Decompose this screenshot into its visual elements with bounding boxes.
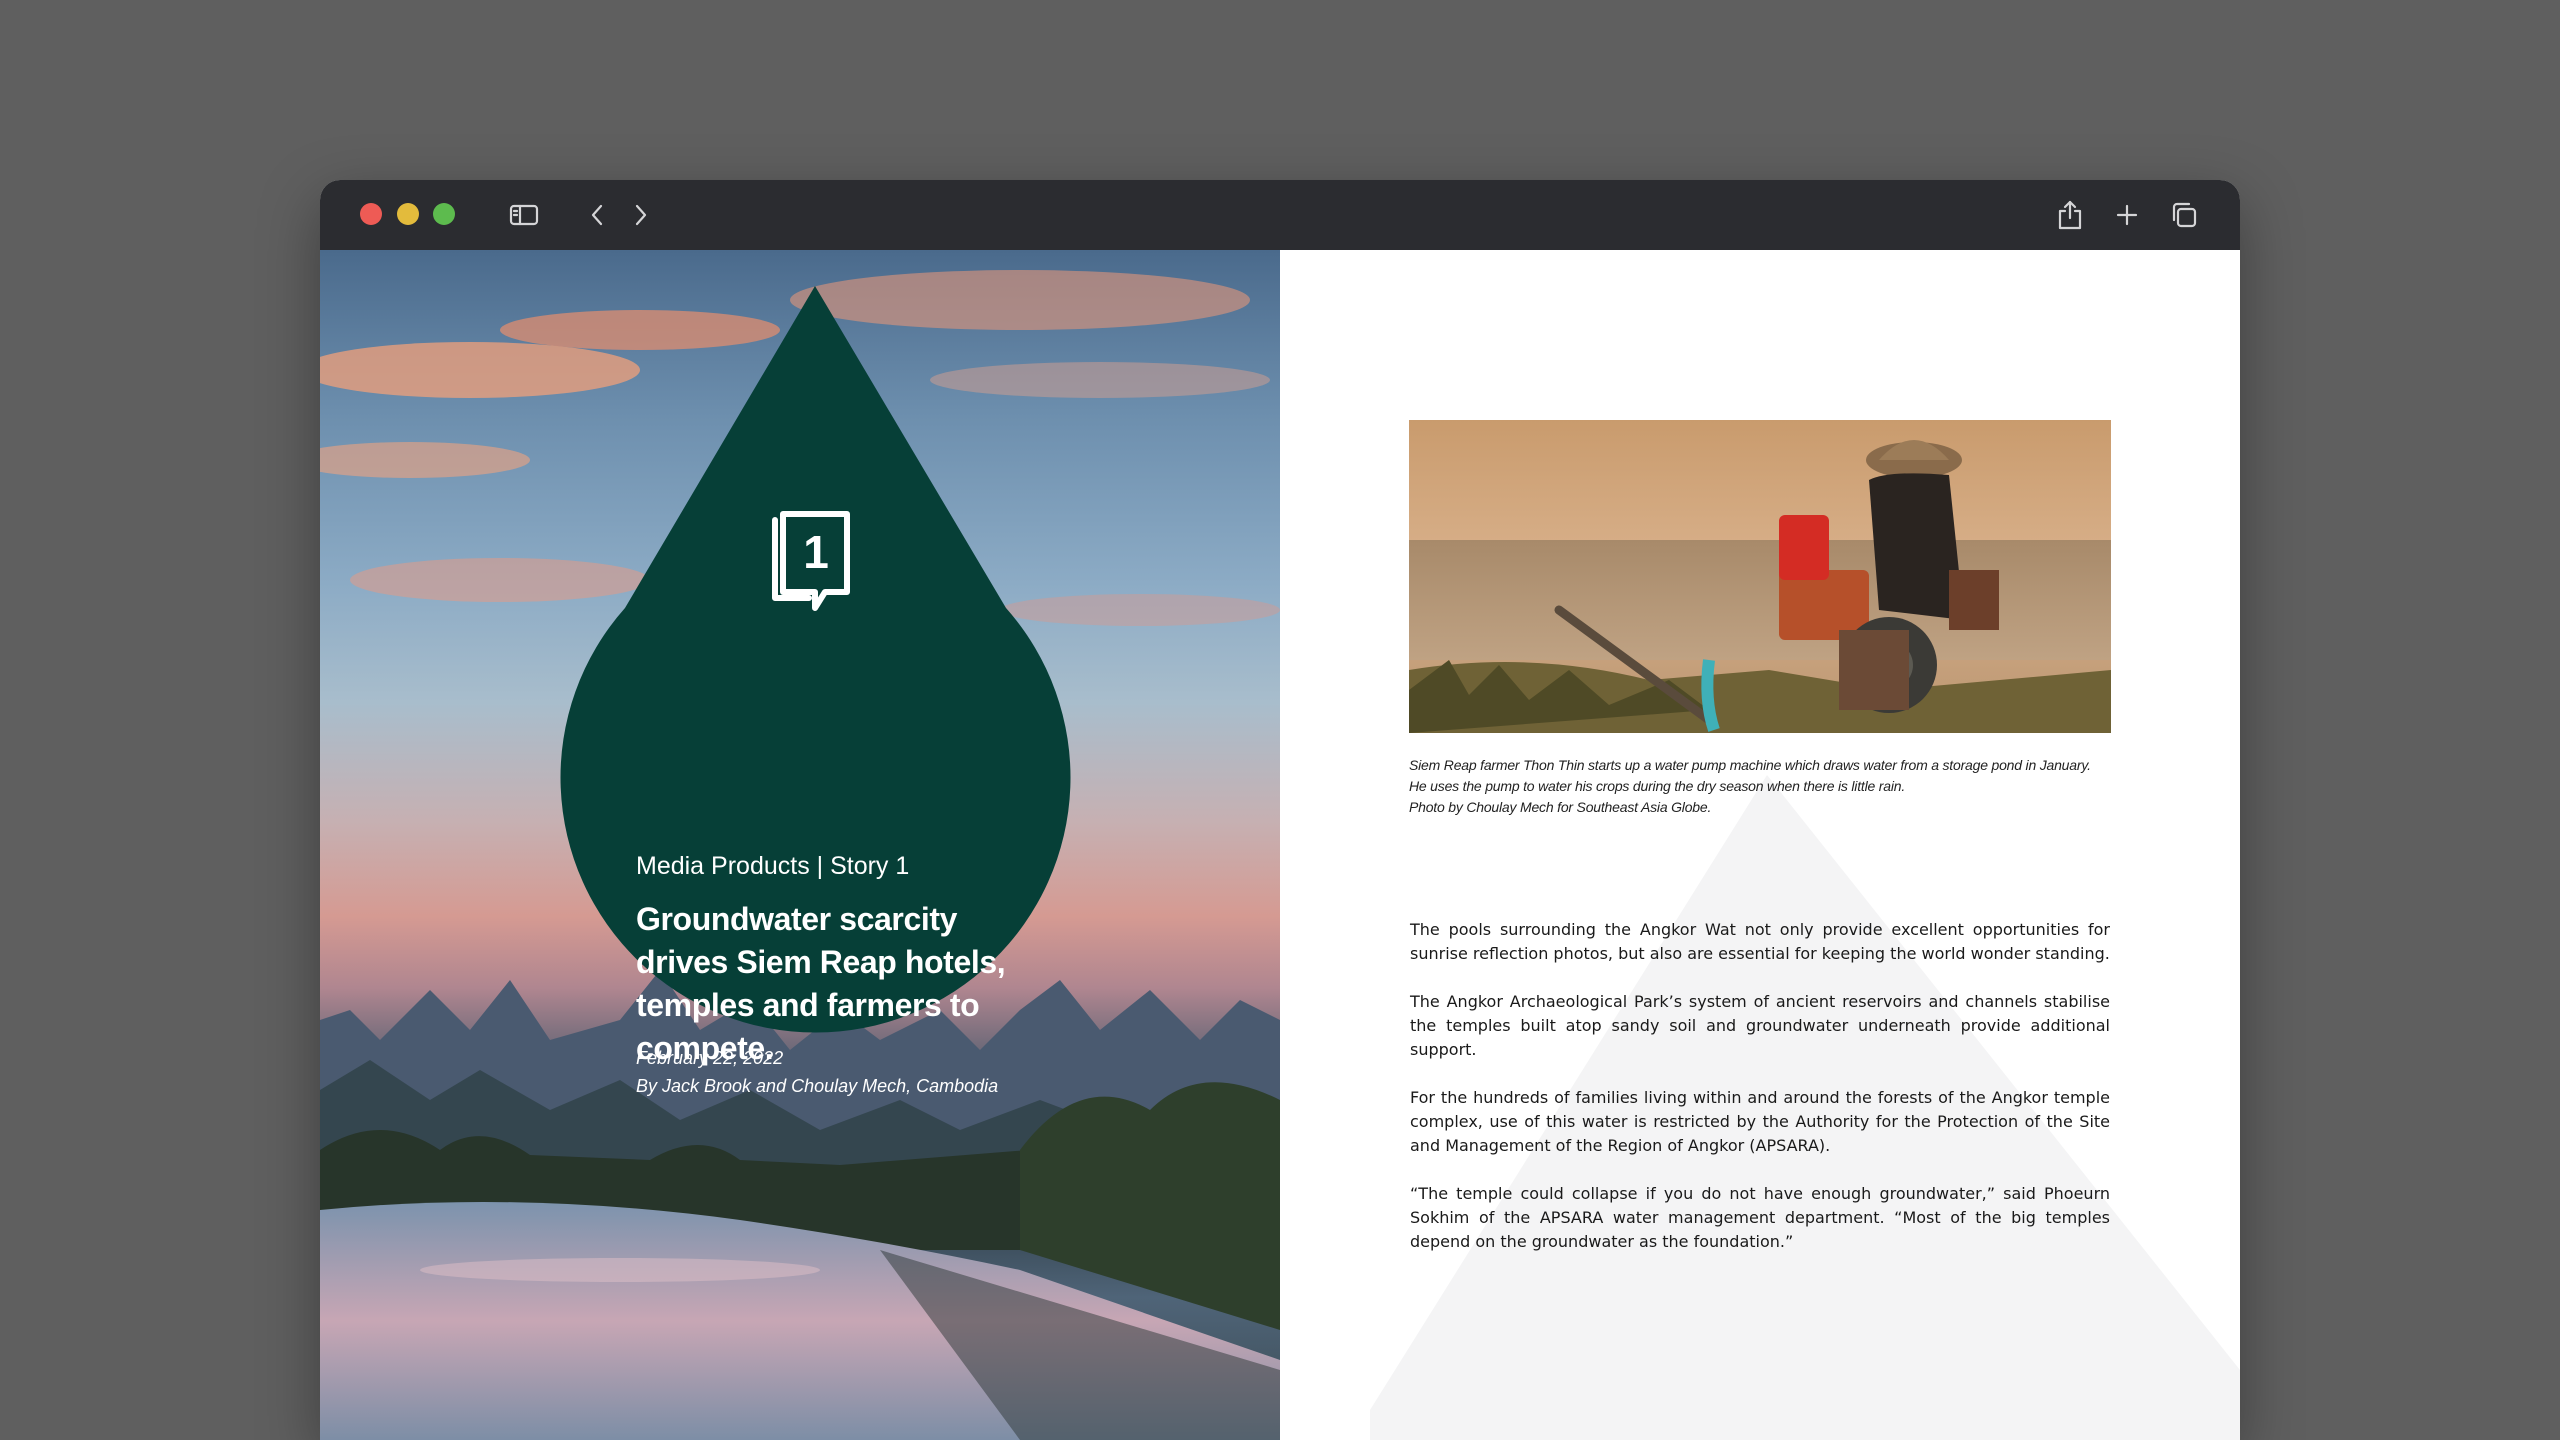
title-bar [320, 180, 2240, 250]
article-body: The pools surrounding the Angkor Wat not… [1410, 918, 2110, 1278]
teardrop-shape [560, 286, 1071, 1033]
back-chevron-icon[interactable] [580, 197, 616, 233]
story-number: 1 [803, 526, 829, 578]
story-book-icon: 1 [772, 511, 850, 611]
maximize-window-button[interactable] [433, 203, 455, 225]
document-viewer[interactable]: 1 Media Products | Story 1 Groundwater s… [320, 250, 2240, 1440]
article-paragraph: The pools surrounding the Angkor Wat not… [1410, 920, 2110, 963]
sidebar-icon[interactable] [506, 197, 542, 233]
caption-credit: Photo by Choulay Mech for Southeast Asia… [1409, 799, 1712, 815]
article-page: Siem Reap farmer Thon Thin starts up a w… [1280, 250, 2240, 1440]
article-photo [1409, 420, 2111, 733]
story-byline: By Jack Brook and Choulay Mech, Cambodia [636, 1076, 999, 1096]
story-kicker: Media Products | Story 1 [636, 852, 910, 880]
article-paragraph: For the hundreds of families living with… [1410, 1088, 2110, 1155]
caption-line: Siem Reap farmer Thon Thin starts up a w… [1409, 757, 2091, 773]
plus-icon[interactable] [2109, 197, 2145, 233]
close-window-button[interactable] [360, 203, 382, 225]
browser-window: 1 Media Products | Story 1 Groundwater s… [320, 180, 2240, 1440]
article-paragraph: “The temple could collapse if you do not… [1410, 1184, 2110, 1251]
cover-page: 1 Media Products | Story 1 Groundwater s… [320, 250, 1280, 1440]
tabs-overview-icon[interactable] [2166, 197, 2202, 233]
caption-line: He uses the pump to water his crops duri… [1409, 778, 1906, 794]
story-title: Groundwater scarcity drives Siem Reap ho… [636, 901, 1006, 1066]
forward-chevron-icon[interactable] [622, 197, 658, 233]
minimize-window-button[interactable] [397, 203, 419, 225]
photo-caption: Siem Reap farmer Thon Thin starts up a w… [1409, 755, 2111, 818]
share-icon[interactable] [2052, 197, 2088, 233]
story-date: February 22, 2022 [636, 1048, 784, 1068]
article-paragraph: The Angkor Archaeological Park’s system … [1410, 992, 2110, 1059]
